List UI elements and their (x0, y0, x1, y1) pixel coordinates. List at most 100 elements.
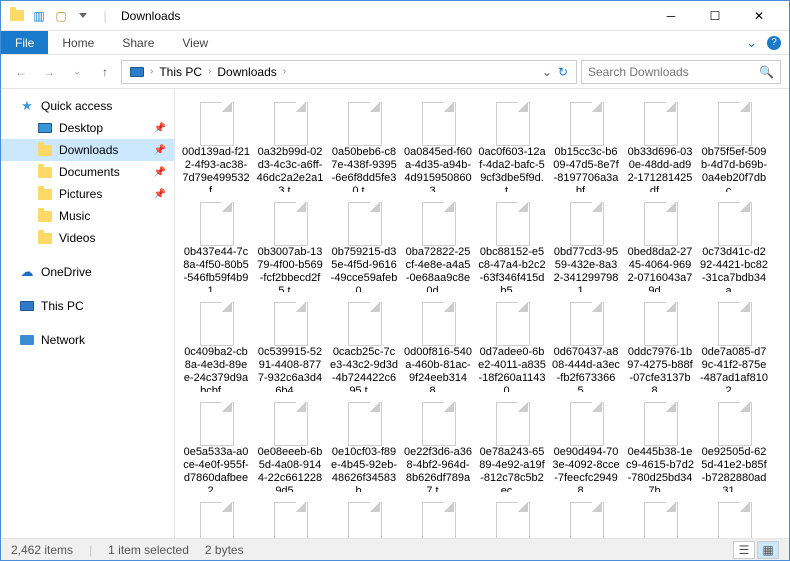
file-name: 0c409ba2-cb8a-4e3d-89ee-24c379d9abcbf… (182, 346, 250, 392)
file-name: 0ac0f603-12af-4da2-bafc-59cf3dbe5f9d.t… (478, 146, 546, 192)
file-item[interactable]: 0e90d494-703e-4092-8cce-7feecfc29498… (550, 396, 622, 494)
file-item[interactable]: 0d670437-a808-444d-a3ec-fb2f6733665… (550, 296, 622, 394)
file-icon (414, 498, 462, 538)
file-item[interactable]: 0b437e44-7c8a-4f50-80b5-546fb59f4b91… (180, 196, 252, 294)
sidebar-thispc[interactable]: This PC (1, 295, 174, 317)
file-name: 0d7adee0-6be2-4011-a835-18f260a11430… (478, 346, 546, 392)
file-item[interactable]: 0ef506e7-4325-4a6b-8b81-1684e4cfd143… (328, 496, 400, 538)
file-icon (414, 98, 462, 144)
sidebar-item-music[interactable]: Music (1, 205, 174, 227)
help-icon[interactable]: ? (767, 36, 781, 50)
file-item[interactable]: 0bed8da2-2745-4064-9692-0716043a79d… (624, 196, 696, 294)
file-name: 0e90d494-703e-4092-8cce-7feecfc29498… (552, 446, 620, 492)
file-item[interactable]: 0e92505d-625d-41e2-b85f-b7282880ad31… (698, 396, 770, 494)
nav-up-button[interactable]: ↑ (93, 60, 117, 84)
tab-file[interactable]: File (1, 31, 48, 54)
file-name: 00d139ad-f212-4f93-ac38-7d79e499532f… (182, 146, 250, 192)
tab-share[interactable]: Share (108, 31, 168, 54)
file-icon (636, 498, 684, 538)
chevron-right-icon[interactable]: › (150, 66, 153, 77)
file-icon (340, 298, 388, 344)
sidebar-quick-access[interactable]: ★Quick access (1, 95, 174, 117)
file-item[interactable]: 0e78a243-6589-4e92-a19f-812c78c5b2ec… (476, 396, 548, 494)
search-field[interactable] (588, 65, 759, 79)
file-item[interactable]: 0d00f816-540a-460b-81ac-9f24eeb3148… (402, 296, 474, 394)
file-item[interactable]: 0a32b99d-02d3-4c3c-a6ff-46dc2a2e2a13.t… (254, 96, 326, 194)
minimize-button[interactable]: ─ (649, 2, 693, 30)
sidebar-label: Documents (59, 165, 120, 179)
file-item[interactable]: 0eeb0997-c601-42ba-a3c4-6406849742e3… (254, 496, 326, 538)
sidebar-item-desktop[interactable]: Desktop📌 (1, 117, 174, 139)
sidebar-network[interactable]: Network (1, 329, 174, 351)
maximize-button[interactable]: ☐ (693, 2, 737, 30)
file-item[interactable]: 0b75f5ef-509b-4d7d-b69b-0a4eb20f7dbc… (698, 96, 770, 194)
file-icon (414, 398, 462, 444)
music-icon (37, 208, 53, 224)
file-item[interactable]: 0e10cf03-f89e-4b45-92eb-48626f34583b… (328, 396, 400, 494)
file-name: 0b437e44-7c8a-4f50-80b5-546fb59f4b91… (182, 246, 250, 292)
file-item[interactable]: 0b3007ab-1379-4f00-b569-fcf2bbecd2f5.t… (254, 196, 326, 294)
file-item[interactable]: 0e445b38-1ec9-4615-b7d2-780d25bd347b… (624, 396, 696, 494)
ribbon-expand-icon[interactable]: ⌄ (746, 35, 757, 51)
file-icon (636, 398, 684, 444)
breadcrumb-thispc[interactable]: This PC (155, 65, 206, 79)
file-grid[interactable]: 00d139ad-f212-4f93-ac38-7d79e499532f…0a3… (175, 89, 789, 538)
sidebar-item-downloads[interactable]: Downloads📌 (1, 139, 174, 161)
tab-home[interactable]: Home (48, 31, 108, 54)
tab-view[interactable]: View (168, 31, 222, 54)
breadcrumb[interactable]: › This PC › Downloads › ⌄ ↻ (121, 60, 577, 84)
breadcrumb-root-icon[interactable] (126, 67, 148, 77)
file-item[interactable]: 0cacb25c-7ce3-43c2-9d3d-4b724422c695.t… (328, 296, 400, 394)
sidebar-item-pictures[interactable]: Pictures📌 (1, 183, 174, 205)
file-item[interactable]: 0e08eeeb-6b5d-4a08-9144-22c6612289d5… (254, 396, 326, 494)
file-item[interactable]: 0ac0f603-12af-4da2-bafc-59cf3dbe5f9d.t… (476, 96, 548, 194)
sidebar-label: Desktop (59, 121, 103, 135)
qat-properties-icon[interactable]: ▥ (31, 8, 47, 24)
file-item[interactable]: 0ba72822-25cf-4e8e-a4a5-0e68aa9c8e0d… (402, 196, 474, 294)
file-name: 0a0845ed-f60a-4d35-a94b-4d9159508603… (404, 146, 472, 192)
chevron-right-icon[interactable]: › (283, 66, 286, 77)
file-item[interactable]: 0ddc7976-1b97-4275-b88f-07cfe3137b8… (624, 296, 696, 394)
desktop-icon (37, 120, 53, 136)
file-item[interactable]: 0e5a533a-a0ce-4e0f-955f-d7860dafbee2… (180, 396, 252, 494)
file-item[interactable]: 0a50beb6-c87e-438f-9395-6e6f8dd5fe30.t… (328, 96, 400, 194)
file-item[interactable]: 0f9b8584-1883-4255-8bdb6-a5aba228d3a7… (550, 496, 622, 538)
file-item[interactable]: 0d7adee0-6be2-4011-a835-18f260a11430… (476, 296, 548, 394)
file-item[interactable]: 0b33d696-030e-48dd-ad92-171281425df… (624, 96, 696, 194)
file-item[interactable]: 0c409ba2-cb8a-4e3d-89ee-24c379d9abcbf… (180, 296, 252, 394)
file-item[interactable]: 0f8ffcfe-cd08-44cd-4032-bd6d0b23bce187… (476, 496, 548, 538)
file-item[interactable]: 0c73d41c-d292-4421-bc82-31ca7bdb34a… (698, 196, 770, 294)
file-item[interactable]: 00d139ad-f212-4f93-ac38-7d79e499532f… (180, 96, 252, 194)
file-item[interactable]: 0e656746-6d57-456f-9642-896fe6e69bedf… (180, 496, 252, 538)
file-item[interactable]: 0e22f3d6-a368-4bf2-964d-8b626df789a7.t… (402, 396, 474, 494)
nav-forward-button[interactable]: → (37, 60, 61, 84)
file-item[interactable]: 0bd77cd3-9559-432e-8a32-3412997981… (550, 196, 622, 294)
breadcrumb-downloads[interactable]: Downloads (213, 65, 280, 79)
file-item[interactable]: 0f46a7dc-572b-442d-a849-2a100f06f5eb… (624, 496, 696, 538)
chevron-right-icon[interactable]: › (208, 66, 211, 77)
view-icons-button[interactable]: ▦ (757, 541, 779, 559)
file-icon (414, 198, 462, 244)
file-icon (340, 398, 388, 444)
file-item[interactable]: 0c539915-5291-4408-8777-932c6a3d46b4… (254, 296, 326, 394)
refresh-icon[interactable]: ↻ (558, 65, 568, 79)
search-input[interactable]: 🔍 (581, 60, 781, 84)
file-icon (488, 198, 536, 244)
breadcrumb-dropdown-icon[interactable]: ⌄ (542, 65, 552, 79)
nav-recent-dropdown[interactable]: ⌄ (65, 60, 89, 84)
file-item[interactable]: 0bc88152-e5c8-47a4-b2c2-63f346f415db5… (476, 196, 548, 294)
file-item[interactable]: 0f0d41fc-0436-4b12-8db2-b5770fb1b3344… (402, 496, 474, 538)
file-item[interactable]: 0b759215-d35e-4f5d-9616-49cce59afeb0… (328, 196, 400, 294)
nav-back-button[interactable]: ← (9, 60, 33, 84)
sidebar-item-documents[interactable]: Documents📌 (1, 161, 174, 183)
close-button[interactable]: ✕ (737, 2, 781, 30)
sidebar-onedrive[interactable]: ☁OneDrive (1, 261, 174, 283)
sidebar-item-videos[interactable]: Videos (1, 227, 174, 249)
qat-new-folder-icon[interactable]: ▢ (53, 8, 69, 24)
file-item[interactable]: 0b15cc3c-b609-47d5-8e7f-8197706a3abf… (550, 96, 622, 194)
view-details-button[interactable]: ☰ (733, 541, 755, 559)
file-item[interactable]: 0f83a6e6-dd3b-46f9-945f-48035f1eafd1.tmp (698, 496, 770, 538)
file-item[interactable]: 0a0845ed-f60a-4d35-a94b-4d9159508603… (402, 96, 474, 194)
qat-dropdown-icon[interactable] (75, 8, 91, 24)
file-item[interactable]: 0de7a085-d79c-41f2-875e-487ad1af8102… (698, 296, 770, 394)
